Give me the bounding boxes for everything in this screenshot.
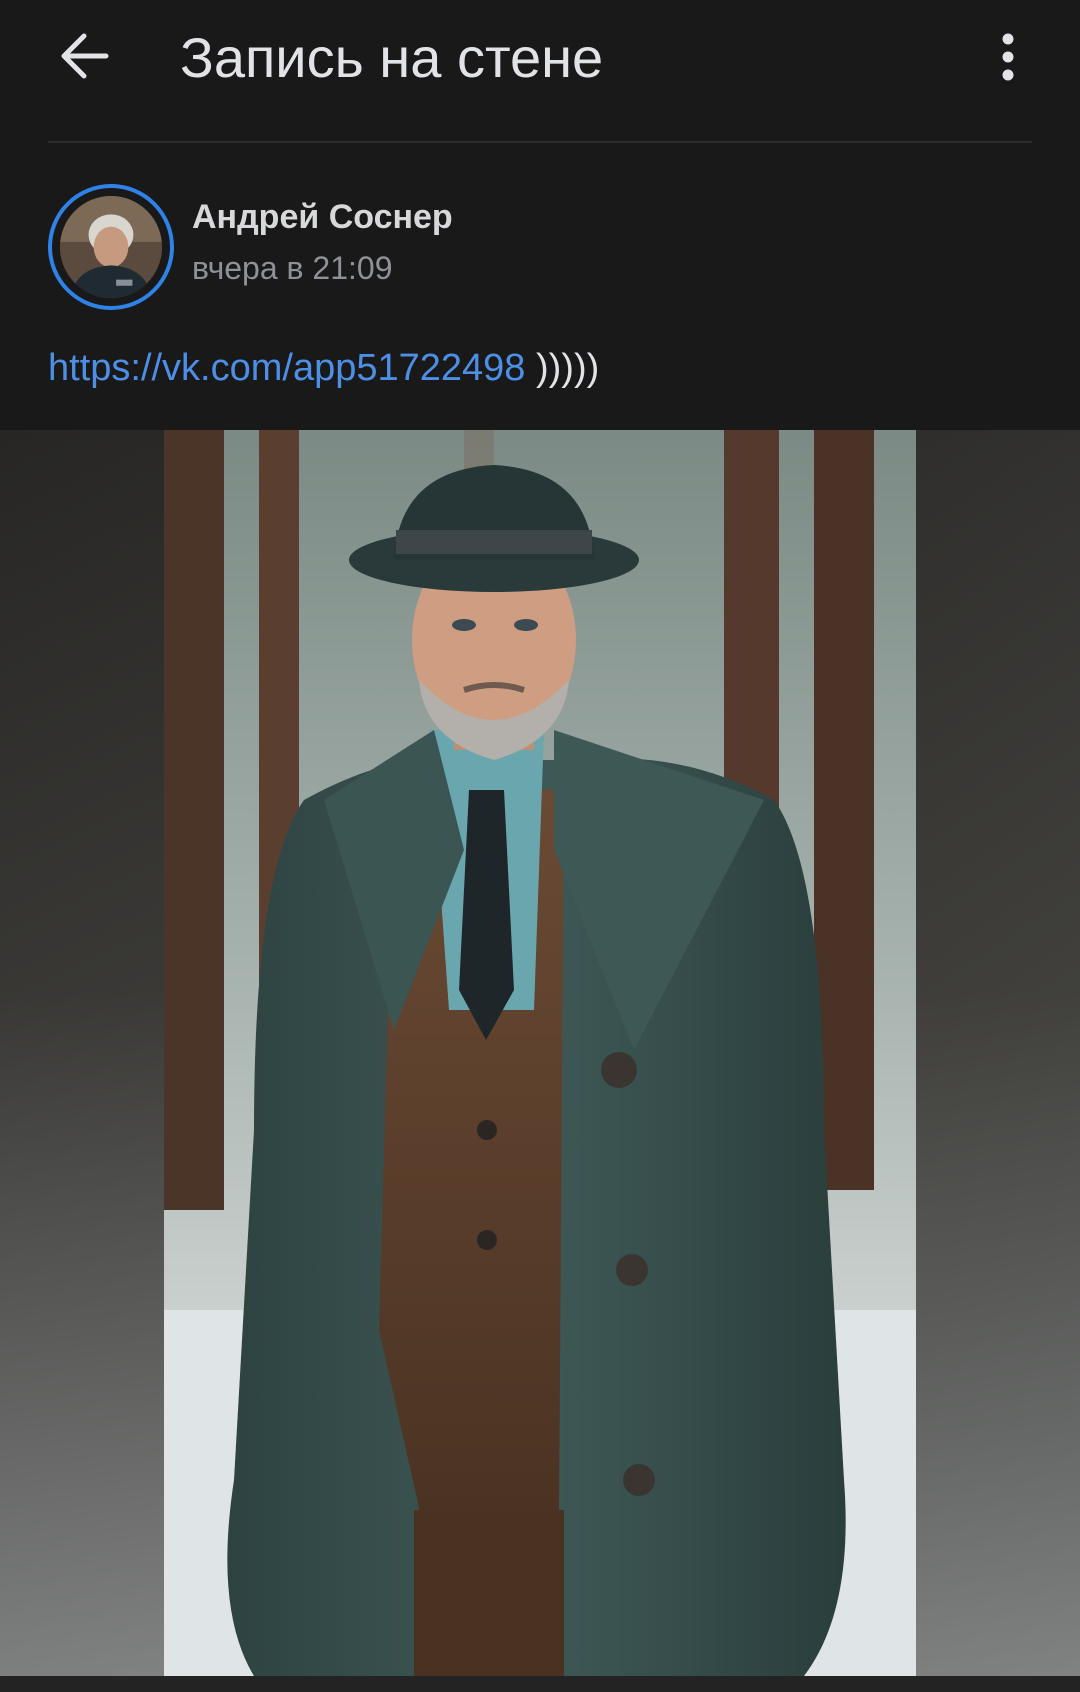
post-text-suffix: ))))) — [525, 347, 600, 389]
post-photo[interactable] — [164, 430, 916, 1676]
photo-image — [164, 430, 916, 1676]
more-vertical-icon — [1002, 33, 1014, 81]
header-divider — [48, 141, 1032, 143]
wall-post-screen: Запись на стене Андрей Соснер вчера в 21… — [0, 0, 1080, 1692]
arrow-left-icon — [61, 33, 109, 79]
page-title: Запись на стене — [180, 26, 604, 89]
top-app-bar: Запись на стене — [0, 0, 1080, 143]
avatar-image — [60, 196, 162, 298]
photo-blur-left — [0, 430, 164, 1676]
back-button[interactable] — [48, 26, 120, 98]
bottom-edge — [0, 1676, 1080, 1692]
post-link[interactable]: https://vk.com/app51722498 — [48, 347, 525, 389]
post-text: https://vk.com/app51722498 ))))) — [48, 342, 599, 394]
post-timestamp: вчера в 21:09 — [192, 250, 393, 286]
photo-blur-right — [916, 430, 1080, 1676]
author-avatar[interactable] — [48, 184, 174, 310]
author-name[interactable]: Андрей Соснер — [192, 198, 453, 237]
post-photo-container — [0, 430, 1080, 1676]
more-options-button[interactable] — [984, 26, 1032, 90]
